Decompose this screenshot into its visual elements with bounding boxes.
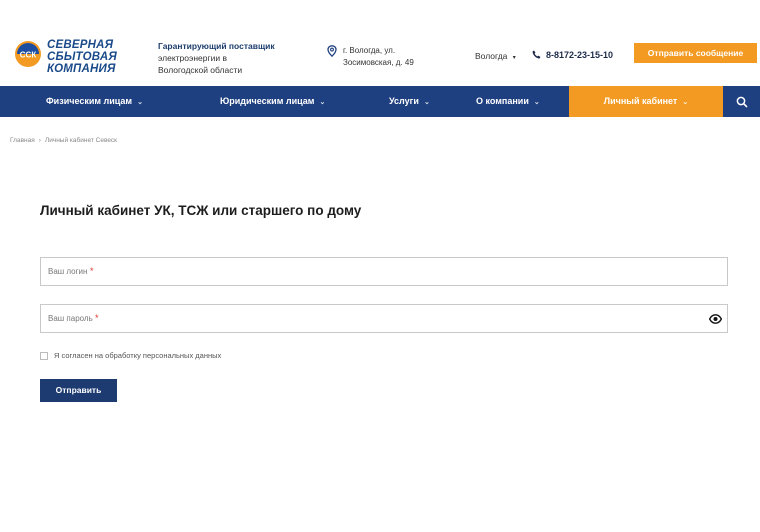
- login-input[interactable]: [41, 258, 727, 285]
- breadcrumb-home[interactable]: Главная: [10, 137, 35, 144]
- page-title: Личный кабинет УК, ТСЖ или старшего по д…: [40, 203, 362, 218]
- chevron-down-icon: ⌄: [682, 99, 689, 106]
- address-line-1: г. Вологда, ул.: [343, 46, 396, 55]
- breadcrumb: Главная › Личный кабинет Севеск: [10, 137, 117, 144]
- send-message-button[interactable]: Отправить сообщение: [634, 43, 757, 63]
- logo-line-2: СБЫТОВАЯ: [47, 51, 117, 63]
- tagline-line-3: Вологодской области: [158, 65, 243, 75]
- search-icon: [736, 96, 748, 108]
- company-name[interactable]: СЕВЕРНАЯ СБЫТОВАЯ КОМПАНИЯ: [47, 39, 117, 75]
- nav-item-label: О компании: [476, 96, 529, 106]
- password-field[interactable]: Ваш пароль *: [40, 304, 728, 333]
- chevron-down-icon: ⌄: [319, 99, 326, 106]
- required-mark: *: [95, 313, 99, 323]
- nav-item-about[interactable]: О компании ⌄: [476, 86, 540, 117]
- logo-icon[interactable]: ССК: [14, 40, 42, 68]
- address: г. Вологда, ул. Зосимовская, д. 49: [327, 45, 414, 69]
- logo-line-3: КОМПАНИЯ: [47, 63, 116, 75]
- nav-item-legal-entities[interactable]: Юридическим лицам ⌄: [220, 86, 325, 117]
- map-pin-icon: [327, 45, 337, 57]
- nav-item-personal-account[interactable]: Личный кабинет ⌄: [569, 86, 723, 117]
- chevron-down-icon: ⌄: [533, 99, 540, 106]
- nav-item-individuals[interactable]: Физическим лицам ⌄: [46, 86, 143, 117]
- eye-icon[interactable]: [709, 314, 722, 324]
- city-select[interactable]: Вологда ▾: [475, 51, 516, 61]
- breadcrumb-separator: ›: [38, 137, 41, 144]
- site-header: ССК СЕВЕРНАЯ СБЫТОВАЯ КОМПАНИЯ Гарантиру…: [0, 0, 760, 84]
- logo-abbr: ССК: [20, 51, 37, 60]
- nav-item-label: Физическим лицам: [46, 96, 133, 106]
- breadcrumb-current: Личный кабинет Севеск: [44, 137, 118, 144]
- chevron-down-icon: ⌄: [137, 99, 143, 106]
- consent-row[interactable]: Я согласен на обработку персональных дан…: [40, 351, 221, 360]
- chevron-down-icon: ⌄: [423, 99, 430, 106]
- city-label: Вологда: [475, 51, 508, 61]
- phone-link[interactable]: 8-8172-23-15-10: [532, 50, 613, 60]
- password-input[interactable]: [41, 305, 727, 332]
- address-line-2: Зосимовская, д. 49: [343, 58, 414, 67]
- main-nav: Физическим лицам ⌄ Юридическим лицам ⌄ Усл…: [0, 86, 760, 117]
- chevron-down-icon: ▾: [512, 55, 516, 61]
- nav-item-services[interactable]: Услуги ⌄: [389, 86, 430, 117]
- logo-line-1: СЕВЕРНАЯ: [47, 39, 114, 51]
- phone-icon: [532, 50, 541, 59]
- nav-item-label: Услуги: [389, 96, 419, 106]
- search-button[interactable]: [724, 86, 760, 117]
- tagline-line-1: Гарантирующий поставщик: [158, 41, 275, 51]
- login-field[interactable]: Ваш логин *: [40, 257, 728, 286]
- required-mark: *: [90, 266, 94, 276]
- submit-button[interactable]: Отправить: [40, 379, 117, 402]
- consent-label: Я согласен на обработку персональных дан…: [54, 351, 222, 360]
- tagline-line-2: электроэнергии в: [158, 53, 227, 63]
- phone-number: 8-8172-23-15-10: [546, 50, 614, 60]
- nav-item-label: Юридическим лицам: [220, 96, 315, 106]
- consent-checkbox[interactable]: [40, 351, 48, 360]
- nav-item-label: Личный кабинет: [603, 96, 678, 106]
- company-tagline: Гарантирующий поставщик электроэнергии в…: [158, 40, 275, 76]
